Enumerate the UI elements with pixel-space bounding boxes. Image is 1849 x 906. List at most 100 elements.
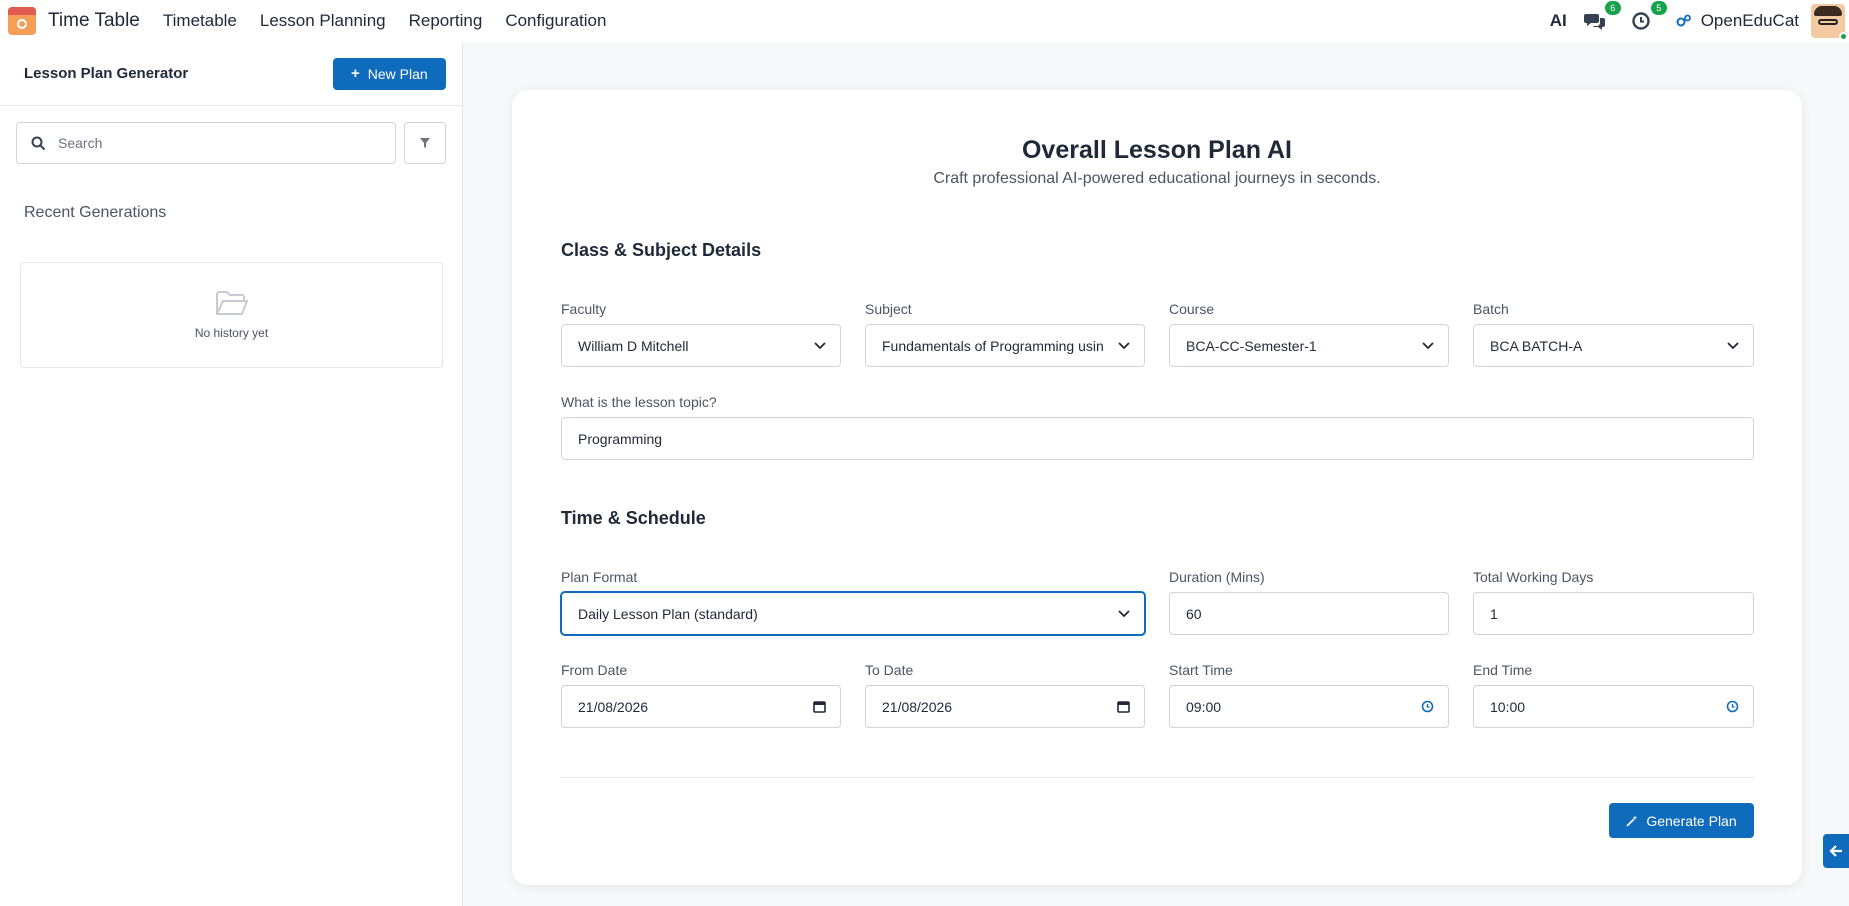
folder-open-icon: [215, 291, 248, 315]
plan-format-select[interactable]: Daily Lesson Plan (standard): [561, 592, 1145, 635]
start-time-label: Start Time: [1169, 662, 1233, 678]
arrow-left-icon: [1829, 845, 1842, 857]
chat-icon: [1583, 14, 1605, 30]
menu-timetable[interactable]: Timetable: [163, 11, 237, 31]
end-time-input[interactable]: 10:00: [1473, 685, 1754, 728]
course-field: Course BCA-CC-Semester-1: [1169, 300, 1449, 367]
plan-format-field: Plan Format Daily Lesson Plan (standard): [561, 568, 1145, 635]
faculty-label: Faculty: [561, 301, 607, 317]
magic-wand-icon: [1626, 815, 1638, 827]
clock-icon: [1632, 12, 1650, 30]
start-time-field: Start Time 09:00: [1169, 661, 1449, 728]
empty-history-text: No history yet: [194, 326, 269, 340]
batch-field: Batch BCA BATCH-A: [1473, 300, 1754, 367]
duration-input[interactable]: 60: [1169, 592, 1449, 635]
calendar-icon[interactable]: [1117, 700, 1130, 713]
topic-input[interactable]: Programming: [561, 417, 1754, 460]
new-plan-label: New Plan: [367, 65, 428, 82]
plus-icon: +: [351, 65, 360, 82]
to-date-field: To Date 21/08/2026: [865, 661, 1145, 728]
working-days-input[interactable]: 1: [1473, 592, 1754, 635]
chevron-down-icon: [1727, 341, 1739, 349]
app-name[interactable]: Time Table: [48, 10, 140, 32]
duration-field: Duration (Mins) 60: [1169, 568, 1449, 635]
subject-label: Subject: [865, 301, 912, 317]
messages-count-badge: 6: [1604, 1, 1621, 15]
section-class-subject: Class & Subject Details: [561, 240, 762, 260]
chevron-down-icon: [1118, 609, 1130, 617]
plan-format-value: Daily Lesson Plan (standard): [578, 605, 758, 622]
form-divider: [561, 777, 1754, 778]
subject-select[interactable]: Fundamentals of Programming usin: [865, 324, 1145, 367]
chevron-down-icon: [1422, 341, 1434, 349]
activities-button[interactable]: 5: [1629, 1, 1667, 33]
section-time-schedule: Time & Schedule: [561, 508, 706, 528]
working-days-field: Total Working Days 1: [1473, 568, 1754, 635]
duration-label: Duration (Mins): [1169, 569, 1265, 585]
chevron-down-icon: [1118, 341, 1130, 349]
form-title: Overall Lesson Plan AI: [1021, 136, 1292, 164]
batch-select[interactable]: BCA BATCH-A: [1473, 324, 1754, 367]
chevron-down-icon: [814, 341, 826, 349]
company-name[interactable]: OpenEduCat: [1701, 11, 1799, 31]
filter-icon: [420, 138, 430, 148]
start-time-value: 09:00: [1186, 698, 1222, 715]
faculty-value: William D Mitchell: [578, 337, 689, 354]
filter-button[interactable]: [404, 122, 446, 164]
topic-field: What is the lesson topic? Programming: [561, 393, 1754, 460]
calendar-icon[interactable]: [813, 700, 826, 713]
clock-icon[interactable]: [1421, 700, 1434, 713]
subject-value: Fundamentals of Programming usin: [882, 337, 1104, 354]
course-value: BCA-CC-Semester-1: [1186, 337, 1317, 354]
sidebar-title: Lesson Plan Generator: [24, 65, 189, 82]
top-navbar: Time Table Timetable Lesson Planning Rep…: [0, 0, 1849, 42]
course-select[interactable]: BCA-CC-Semester-1: [1169, 324, 1449, 367]
navbar-right: AI 6 5 OpenEduCat: [1550, 0, 1849, 42]
course-label: Course: [1169, 301, 1215, 317]
topic-value: Programming: [578, 430, 663, 447]
menu-lesson-planning[interactable]: Lesson Planning: [260, 11, 386, 31]
to-date-input[interactable]: 21/08/2026: [865, 685, 1145, 728]
faculty-field: Faculty William D Mitchell: [561, 300, 841, 367]
clock-icon[interactable]: [1726, 700, 1739, 713]
from-date-field: From Date 21/08/2026: [561, 661, 841, 728]
search-row: [0, 122, 462, 164]
sidebar: Lesson Plan Generator + New Plan Recent …: [0, 42, 463, 906]
form-subtitle: Craft professional AI-powered educationa…: [933, 170, 1381, 187]
batch-value: BCA BATCH-A: [1490, 337, 1583, 354]
search-box: [16, 122, 396, 164]
search-icon: [31, 136, 46, 150]
from-date-input[interactable]: 21/08/2026: [561, 685, 841, 728]
start-time-input[interactable]: 09:00: [1169, 685, 1449, 728]
timetable-app-icon[interactable]: [8, 7, 36, 35]
ai-button[interactable]: AI: [1550, 11, 1567, 31]
topic-label: What is the lesson topic?: [561, 394, 717, 410]
subject-field: Subject Fundamentals of Programming usin: [865, 300, 1145, 367]
from-date-label: From Date: [561, 662, 628, 678]
search-input[interactable]: [58, 135, 358, 151]
lesson-plan-form-card: Overall Lesson Plan AI Craft professiona…: [512, 90, 1802, 885]
side-panel-toggle[interactable]: [1823, 834, 1849, 868]
activities-count-badge: 5: [1650, 1, 1667, 15]
faculty-select[interactable]: William D Mitchell: [561, 324, 841, 367]
end-time-label: End Time: [1473, 662, 1533, 678]
messages-button[interactable]: 6: [1583, 1, 1621, 33]
generate-plan-button[interactable]: Generate Plan: [1609, 803, 1754, 838]
generate-plan-label: Generate Plan: [1646, 812, 1737, 829]
end-time-value: 10:00: [1490, 698, 1526, 715]
new-plan-button[interactable]: + New Plan: [333, 57, 446, 90]
history-empty-state: No history yet: [20, 262, 443, 368]
company-switcher-icon[interactable]: [1675, 9, 1693, 33]
working-days-value: 1: [1490, 605, 1498, 622]
menu-configuration[interactable]: Configuration: [505, 11, 606, 31]
recent-generations-title: Recent Generations: [24, 204, 167, 221]
menu-reporting[interactable]: Reporting: [409, 11, 483, 31]
to-date-label: To Date: [865, 662, 914, 678]
user-avatar[interactable]: [1811, 4, 1848, 41]
end-time-field: End Time 10:00: [1473, 661, 1754, 728]
working-days-label: Total Working Days: [1473, 569, 1594, 585]
duration-value: 60: [1186, 605, 1202, 622]
from-date-value: 21/08/2026: [578, 698, 649, 715]
batch-label: Batch: [1473, 301, 1509, 317]
plan-format-label: Plan Format: [561, 569, 638, 585]
